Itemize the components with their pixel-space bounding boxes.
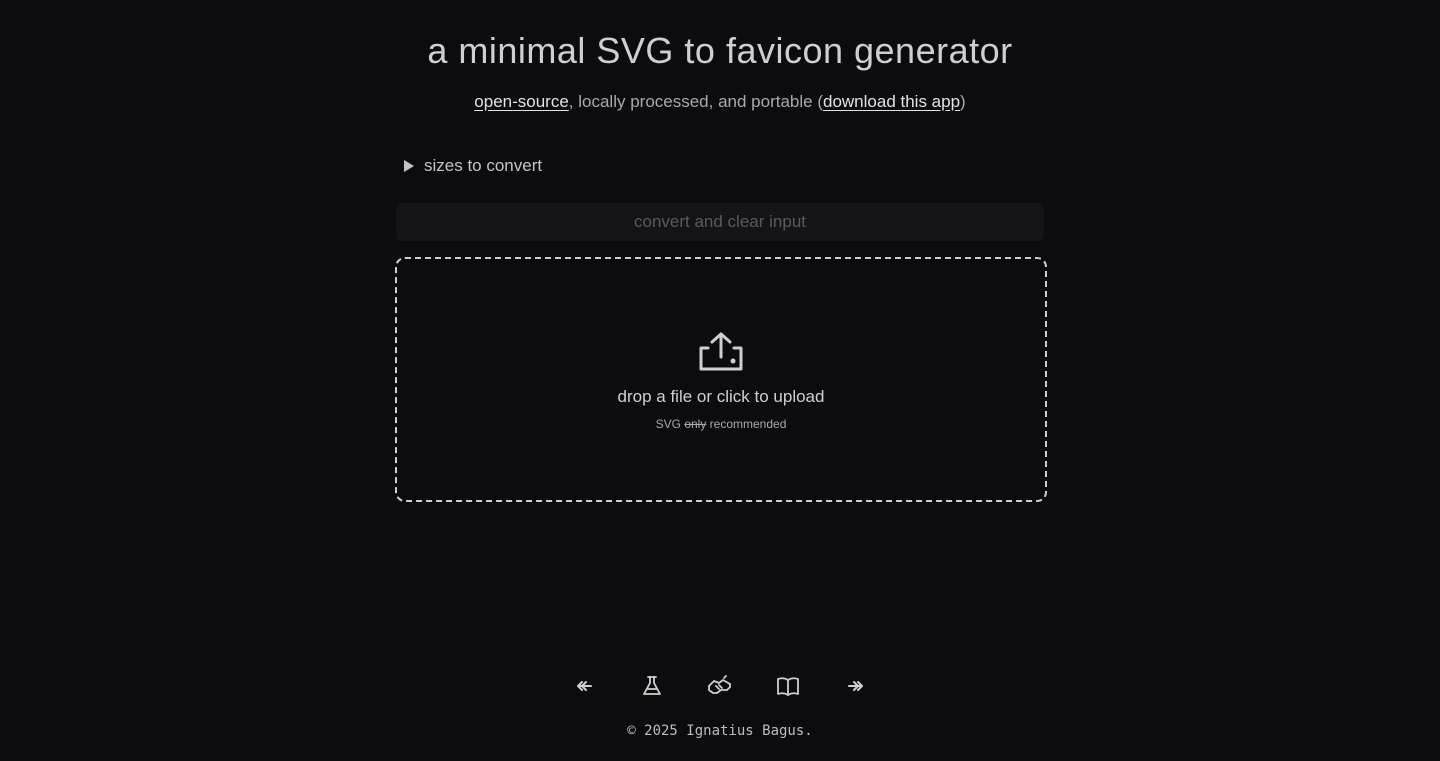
arrow-left-icon	[577, 681, 592, 691]
next-link[interactable]	[838, 668, 874, 704]
dropzone-hint: SVG only recommended	[397, 417, 1045, 431]
hint-suffix: recommended	[706, 417, 787, 431]
dropzone-text: drop a file or click to upload	[617, 387, 825, 406]
hint-struck: only	[684, 417, 707, 431]
subtitle-text: , locally processed, and portable (	[568, 92, 823, 111]
lab-link[interactable]	[634, 668, 670, 704]
page-title: a minimal SVG to favicon generator	[427, 30, 1013, 71]
book-open-icon	[777, 677, 799, 696]
hint-prefix: SVG	[655, 417, 685, 431]
sizes-toggle-label: sizes to convert	[424, 156, 543, 175]
download-app-link[interactable]: download this app	[823, 92, 960, 111]
docs-link[interactable]	[770, 668, 806, 704]
open-source-link[interactable]: open-source	[474, 92, 569, 111]
support-link[interactable]	[702, 668, 738, 704]
page-subtitle: open-source, locally processed, and port…	[0, 92, 1440, 112]
sizes-toggle[interactable]: sizes to convert	[404, 156, 542, 176]
upload-icon	[698, 331, 744, 373]
previous-link[interactable]	[566, 668, 602, 704]
flask-icon	[643, 676, 661, 695]
arrow-right-icon	[848, 681, 863, 691]
copyright: © 2025 Ignatius Bagus.	[627, 723, 813, 739]
disclosure-triangle-icon	[404, 160, 414, 172]
file-dropzone[interactable]: drop a file or click to upload SVG only …	[395, 257, 1047, 502]
footer-nav	[560, 668, 880, 704]
page: a minimal SVG to favicon generator open-…	[0, 0, 1440, 761]
handshake-icon	[708, 675, 731, 694]
convert-button[interactable]: convert and clear input	[396, 203, 1044, 241]
subtitle-end: )	[960, 92, 966, 111]
